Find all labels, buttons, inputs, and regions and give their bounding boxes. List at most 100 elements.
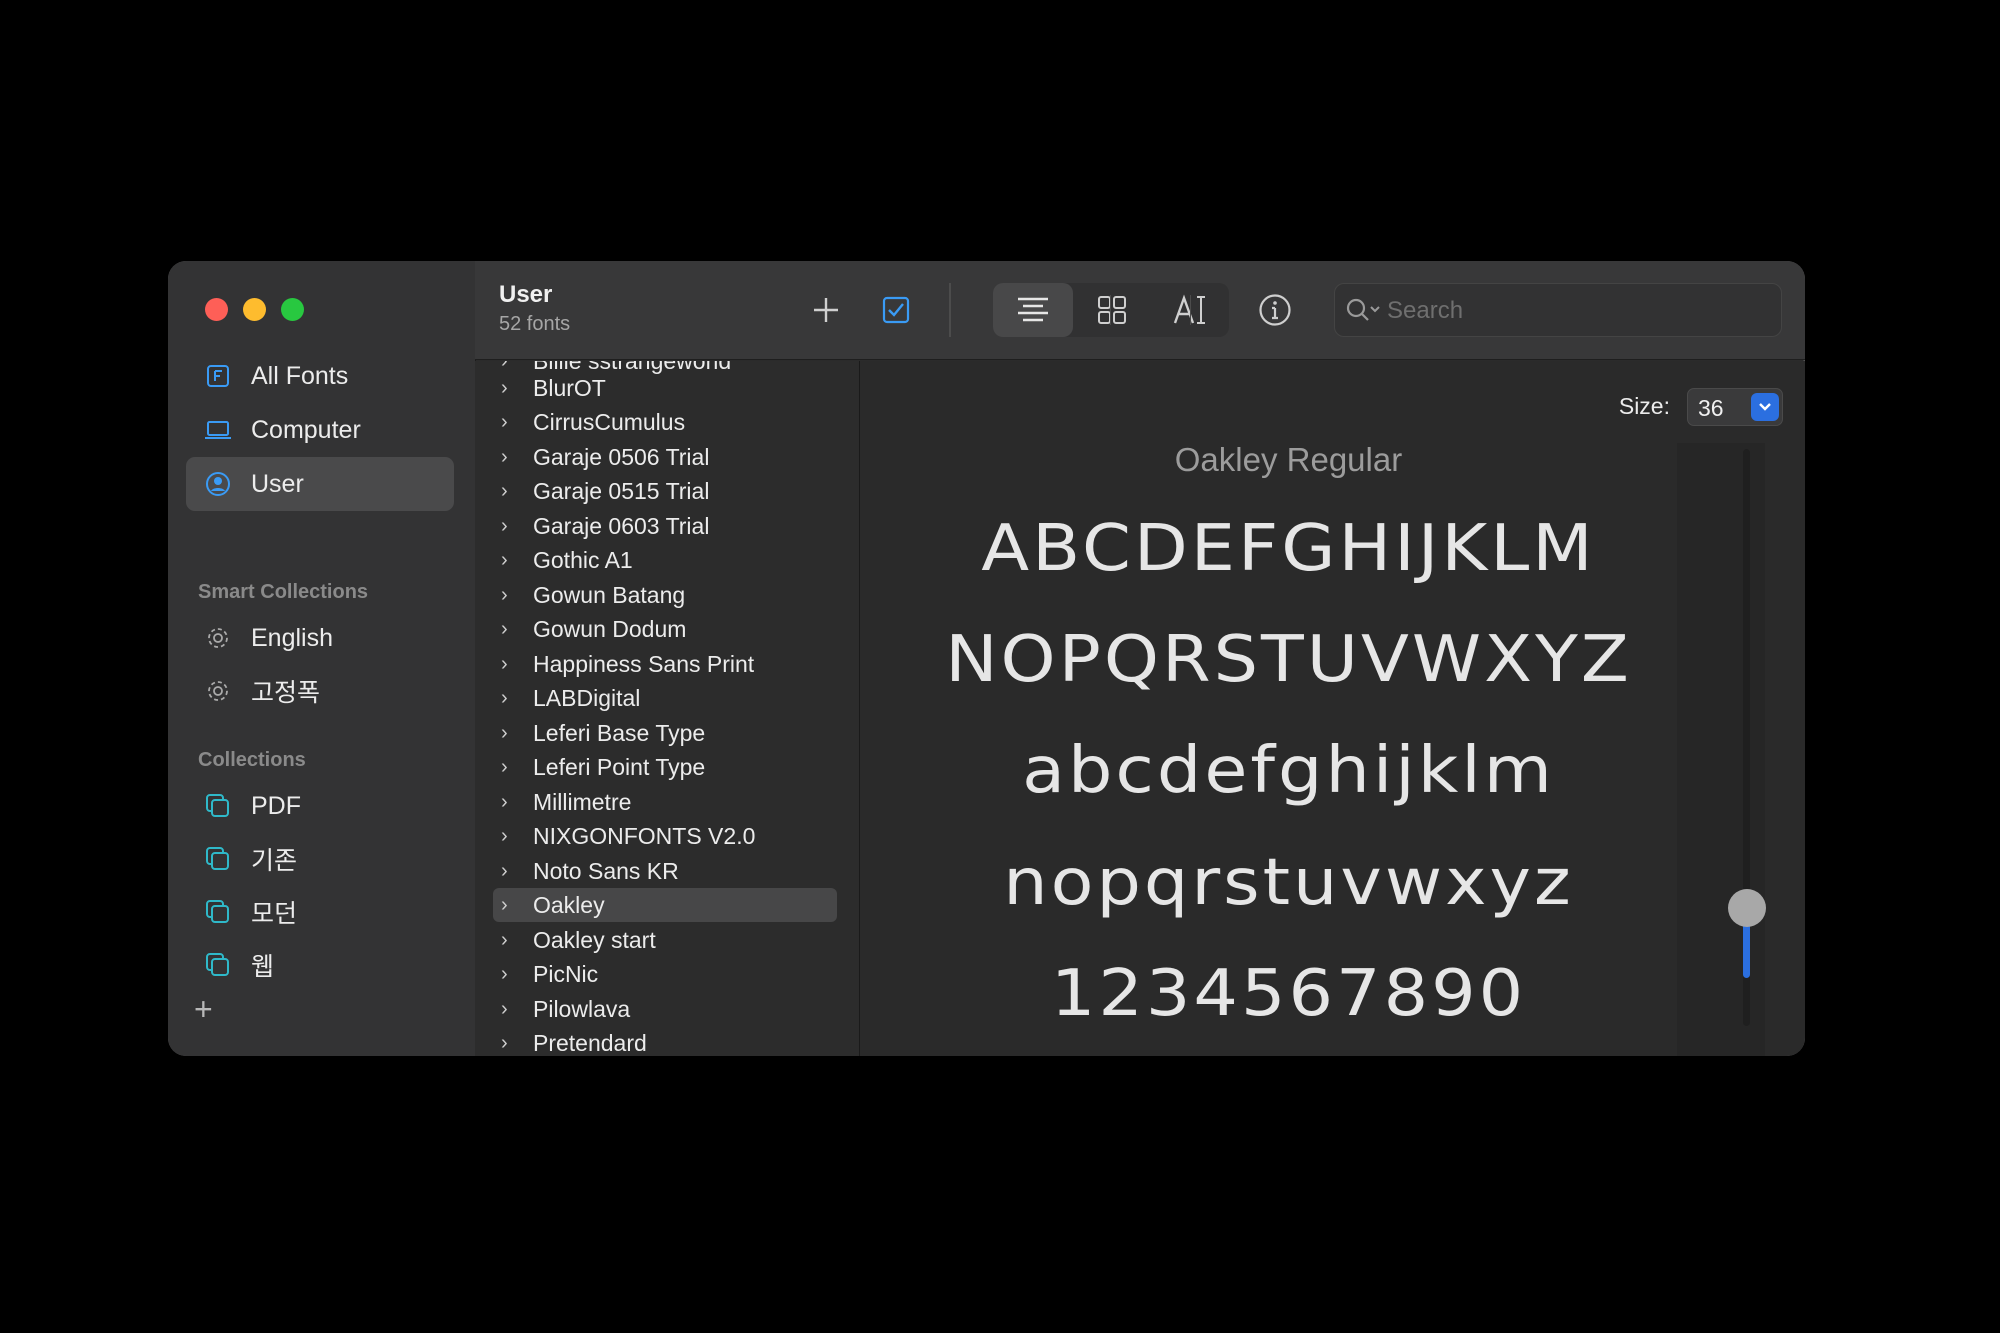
chevron-right-icon: ›: [501, 997, 508, 1020]
align-center-icon: [1018, 297, 1048, 322]
chevron-right-icon: ›: [501, 686, 508, 709]
font-list-item[interactable]: › Oakley start: [493, 923, 837, 957]
font-list-item[interactable]: › Happiness Sans Print: [493, 647, 837, 681]
close-button[interactable]: [205, 298, 228, 321]
font-list-item[interactable]: › Gowun Dodum: [493, 612, 837, 646]
toolbar-divider: [1110, 295, 1111, 325]
chevron-down-icon[interactable]: [1751, 393, 1779, 421]
font-family-name: Oakley start: [533, 926, 656, 953]
font-list-item[interactable]: › Pilowlava: [493, 992, 837, 1026]
font-list-item[interactable]: › Garaje 0603 Trial: [493, 509, 837, 543]
chevron-right-icon: ›: [501, 824, 508, 847]
minimize-button[interactable]: [243, 298, 266, 321]
collection-icon: [203, 897, 233, 927]
font-book-icon: [203, 361, 233, 391]
sidebar-item-label: 고정폭: [251, 679, 321, 707]
window-controls: [205, 298, 304, 321]
sidebar-item-modern[interactable]: 모던: [186, 885, 454, 939]
sidebar-item-web[interactable]: 웹: [186, 938, 454, 992]
font-list-item[interactable]: › Gowun Batang: [493, 578, 837, 612]
sidebar-item-label: 모던: [251, 900, 298, 928]
enable-font-button[interactable]: [874, 285, 918, 335]
font-family-name: Garaje 0515 Trial: [533, 477, 710, 504]
sample-uppercase-1: ABCDEFGHIJKLM: [981, 510, 1596, 586]
font-list-item-selected[interactable]: › Oakley: [493, 888, 837, 922]
size-slider-area: [1677, 443, 1765, 1056]
font-list-item[interactable]: › Leferi Base Type: [493, 716, 837, 750]
chevron-right-icon: ›: [501, 928, 508, 951]
font-family-name: Garaje 0603 Trial: [533, 512, 710, 539]
search-icon: [1346, 298, 1380, 321]
gear-icon: [203, 623, 233, 653]
font-list-item[interactable]: › BlurOT: [493, 371, 837, 405]
sidebar-item-pdf[interactable]: PDF: [186, 779, 454, 833]
font-list-item[interactable]: › Garaje 0515 Trial: [493, 474, 837, 508]
info-button[interactable]: [1250, 285, 1300, 335]
chevron-right-icon: ›: [501, 962, 508, 985]
font-family-name: Pilowlava: [533, 995, 631, 1022]
sidebar-item-english[interactable]: English: [186, 611, 454, 665]
sample-uppercase-2: NOPQRSTUVWXYZ: [945, 621, 1632, 697]
chevron-right-icon: ›: [501, 376, 508, 399]
font-list-item[interactable]: › LABDigital: [493, 681, 837, 715]
font-family-name: Noto Sans KR: [533, 857, 679, 884]
font-family-name: Leferi Point Type: [533, 753, 706, 780]
size-combobox[interactable]: 36: [1687, 388, 1783, 426]
chevron-right-icon: ›: [501, 617, 508, 640]
sidebar-item-monospace[interactable]: 고정폭: [186, 664, 454, 718]
font-list-item[interactable]: › PicNic: [493, 957, 837, 991]
font-list-item[interactable]: › Noto Sans KR: [493, 854, 837, 888]
font-family-name: BlurOT: [533, 374, 606, 401]
toolbar: User 52 fonts Search: [475, 261, 1805, 360]
sidebar-item-all-fonts[interactable]: All Fonts: [186, 349, 454, 403]
collection-icon: [203, 791, 233, 821]
checkbox-icon: [882, 296, 910, 324]
sidebar-item-user[interactable]: User: [186, 457, 454, 511]
size-label: Size:: [1618, 393, 1670, 419]
sidebar-item-label: PDF: [251, 791, 301, 820]
toolbar-divider: [949, 283, 951, 337]
view-mode-control: [993, 283, 1229, 337]
sidebar-item-classic[interactable]: 기존: [186, 832, 454, 886]
search-field[interactable]: Search: [1334, 283, 1782, 337]
chevron-right-icon: ›: [501, 583, 508, 606]
font-count: 52 fonts: [499, 313, 571, 335]
font-list-item[interactable]: › Leferi Point Type: [493, 750, 837, 784]
toolbar-divider: [1190, 295, 1191, 325]
font-family-name: Garaje 0506 Trial: [533, 443, 710, 470]
font-list-item[interactable]: › Garaje 0506 Trial: [493, 440, 837, 474]
grid-icon: [1098, 296, 1126, 324]
font-list-item[interactable]: › Gothic A1: [493, 543, 837, 577]
font-list[interactable]: ›Billie sstrangeworld ›BlurOT ›CirrusCum…: [475, 361, 860, 1056]
font-list-item[interactable]: › CirrusCumulus: [493, 405, 837, 439]
font-family-name: NIXGONFONTS V2.0: [533, 822, 756, 849]
chevron-right-icon: ›: [501, 548, 508, 571]
smart-collections-heading: Smart Collections: [198, 581, 369, 603]
collection-icon: [203, 950, 233, 980]
chevron-right-icon: ›: [501, 514, 508, 537]
collections-heading: Collections: [198, 749, 306, 771]
sidebar-item-label: User: [251, 469, 304, 498]
sample-digits: 1234567890: [1050, 955, 1527, 1031]
grid-view-button[interactable]: [1073, 285, 1151, 335]
laptop-icon: [203, 415, 233, 445]
chevron-right-icon: ›: [501, 445, 508, 468]
font-list-item[interactable]: › NIXGONFONTS V2.0: [493, 819, 837, 853]
add-collection-button[interactable]: +: [194, 993, 213, 1025]
size-slider-knob[interactable]: [1728, 889, 1766, 927]
sidebar-item-label: Computer: [251, 415, 361, 444]
font-family-name: Gowun Batang: [533, 581, 686, 608]
zoom-button[interactable]: [281, 298, 304, 321]
font-list-item[interactable]: › Pretendard: [493, 1026, 837, 1056]
chevron-right-icon: ›: [501, 790, 508, 813]
search-placeholder: Search: [1387, 297, 1464, 324]
info-icon: [1259, 294, 1291, 326]
font-list-item[interactable]: › Millimetre: [493, 785, 837, 819]
sample-view-button[interactable]: [993, 285, 1073, 335]
gear-icon: [203, 676, 233, 706]
add-font-button[interactable]: [804, 285, 848, 335]
chevron-right-icon: ›: [501, 721, 508, 744]
page-title: User: [499, 281, 553, 308]
sidebar-item-computer[interactable]: Computer: [186, 403, 454, 457]
sidebar-item-label: All Fonts: [251, 361, 349, 390]
